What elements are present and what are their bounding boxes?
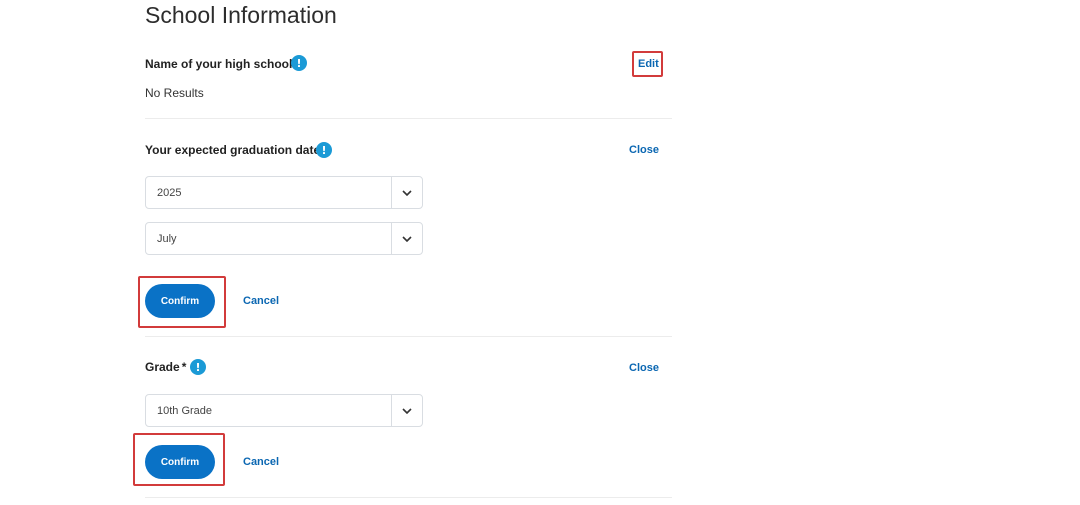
graduation-month-select[interactable]: July xyxy=(145,222,423,255)
graduation-year-select[interactable]: 2025 xyxy=(145,176,423,209)
divider xyxy=(145,118,672,119)
high-school-label-text: Name of your high school xyxy=(145,57,293,71)
graduation-month-value: July xyxy=(157,232,177,245)
close-grade-button[interactable]: Close xyxy=(629,362,659,374)
divider xyxy=(145,497,672,498)
high-school-value: No Results xyxy=(145,86,204,100)
graduation-date-label: Your expected graduation date* xyxy=(145,143,327,157)
high-school-label: Name of your high school* xyxy=(145,57,299,71)
info-icon[interactable]: ! xyxy=(316,142,332,158)
required-mark: * xyxy=(181,360,187,374)
divider xyxy=(145,336,672,337)
graduation-date-label-text: Your expected graduation date xyxy=(145,143,321,157)
grade-select[interactable]: 10th Grade xyxy=(145,394,423,427)
info-icon[interactable]: ! xyxy=(291,55,307,71)
info-icon[interactable]: ! xyxy=(190,359,206,375)
chevron-down-icon[interactable] xyxy=(391,223,422,254)
graduation-year-value: 2025 xyxy=(157,186,182,199)
confirm-graduation-button[interactable]: Confirm xyxy=(145,284,215,318)
chevron-down-icon[interactable] xyxy=(391,177,422,208)
close-graduation-button[interactable]: Close xyxy=(629,144,659,156)
cancel-grade-button[interactable]: Cancel xyxy=(243,456,279,468)
grade-label-text: Grade xyxy=(145,360,180,374)
cancel-graduation-button[interactable]: Cancel xyxy=(243,295,279,307)
chevron-down-icon[interactable] xyxy=(391,395,422,426)
grade-label: Grade * xyxy=(145,360,186,374)
confirm-grade-button[interactable]: Confirm xyxy=(145,445,215,479)
edit-button[interactable]: Edit xyxy=(638,58,659,70)
grade-value: 10th Grade xyxy=(157,404,213,417)
page-title: School Information xyxy=(145,2,337,28)
